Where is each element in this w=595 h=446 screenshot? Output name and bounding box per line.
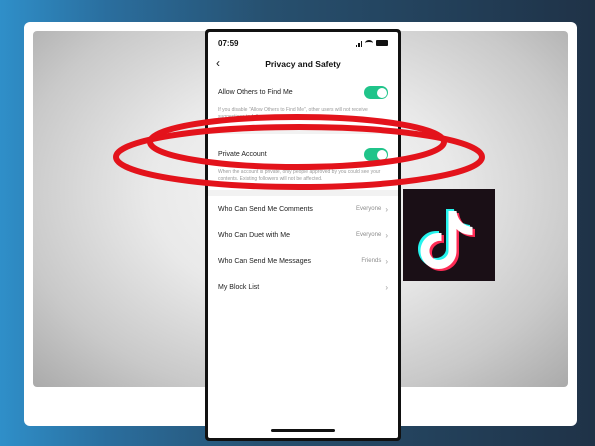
settings-row-label: My Block List — [218, 283, 260, 291]
settings-row-value: Everyone — [355, 206, 382, 212]
settings-row-value-group: Friends › — [361, 257, 388, 266]
phone-frame: 07:59 ‹ Privacy and Safety Allow Others … — [205, 29, 401, 441]
signal-icon — [355, 40, 362, 47]
chevron-right-icon: › — [385, 230, 388, 240]
private-account-row: Private Account — [208, 148, 398, 161]
settings-row-value: Friends — [361, 258, 382, 264]
settings-row-value-group: Everyone › — [356, 231, 388, 240]
settings-row[interactable]: Who Can Send Me Messages Friends › — [208, 248, 398, 274]
toggle-knob — [376, 149, 387, 160]
allow-find-row: Allow Others to Find Me — [208, 86, 398, 99]
battery-icon — [376, 40, 388, 46]
allow-find-label: Allow Others to Find Me — [218, 89, 293, 96]
settings-row-label: Who Can Send Me Comments — [218, 205, 313, 213]
toggle-knob — [376, 87, 387, 98]
settings-row-label: Who Can Send Me Messages — [218, 257, 311, 265]
status-bar: 07:59 — [208, 32, 398, 54]
private-account-label: Private Account — [218, 151, 267, 158]
chevron-right-icon: › — [385, 282, 388, 292]
settings-row[interactable]: Who Can Duet with Me Everyone › — [208, 222, 398, 248]
back-chevron-icon[interactable]: ‹ — [216, 56, 220, 70]
private-account-hint: When the account is private, only people… — [218, 169, 381, 182]
settings-list: Who Can Send Me Comments Everyone › Who Can… — [208, 196, 398, 300]
status-icons — [355, 40, 388, 47]
nav-bar: ‹ Privacy and Safety — [208, 54, 398, 74]
page-title: Privacy and Safety — [265, 59, 341, 69]
wifi-icon — [365, 40, 373, 46]
settings-row-value: Everyone — [355, 232, 382, 238]
settings-row-label: Who Can Duet with Me — [218, 231, 290, 239]
chevron-right-icon: › — [385, 256, 388, 266]
settings-row-value-group: › — [381, 283, 388, 292]
private-account-toggle[interactable] — [364, 148, 388, 161]
allow-find-toggle[interactable] — [364, 86, 388, 99]
home-indicator — [271, 429, 335, 432]
settings-row[interactable]: My Block List › — [208, 274, 398, 300]
chevron-right-icon: › — [385, 204, 388, 214]
tiktok-logo — [403, 189, 495, 281]
settings-row[interactable]: Who Can Send Me Comments Everyone › — [208, 196, 398, 222]
settings-row-value-group: Everyone › — [356, 205, 388, 214]
phone-screen: 07:59 ‹ Privacy and Safety Allow Others … — [208, 32, 398, 438]
allow-find-hint: If you disable "Allow Others to Find Me"… — [218, 107, 368, 120]
status-time: 07:59 — [218, 38, 239, 48]
